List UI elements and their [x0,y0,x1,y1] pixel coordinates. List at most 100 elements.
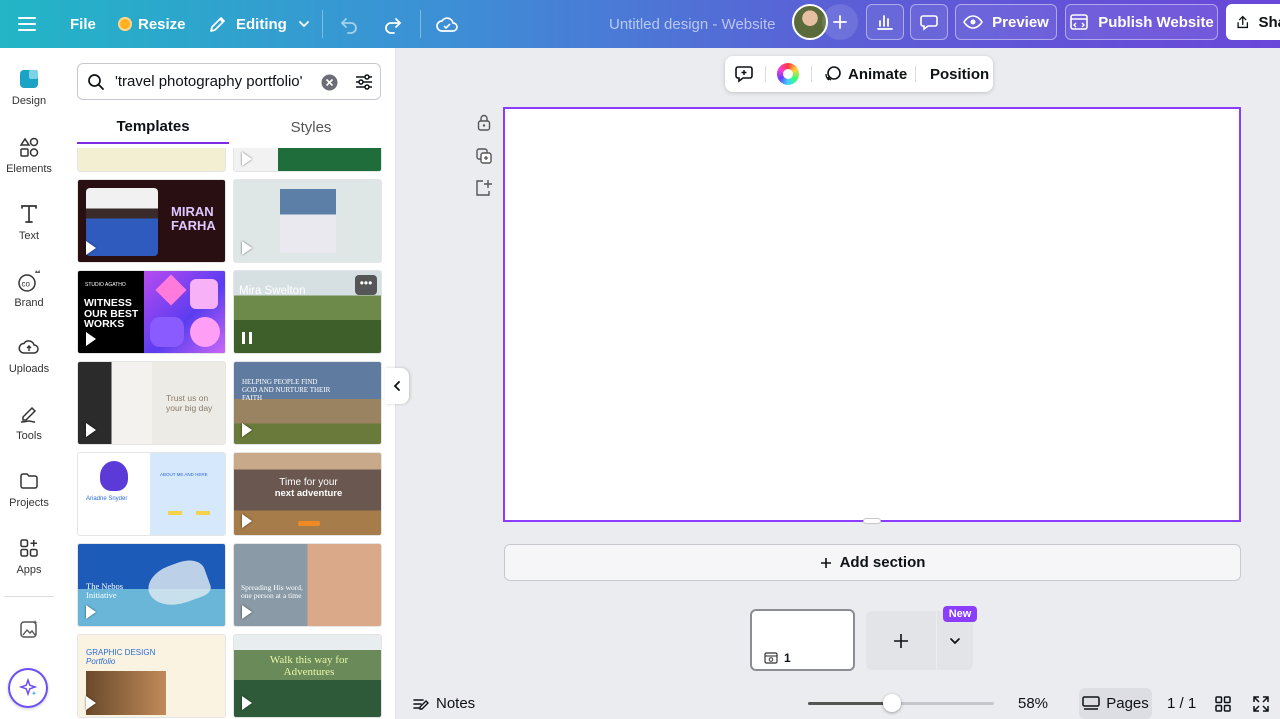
template-title: Spreading His word, one person at a time [241,584,313,601]
pages-icon [1082,696,1100,712]
template-thumbnail[interactable]: Ariadne Snyder ABOUT ME AND HERE [77,452,226,536]
template-thumbnail[interactable] [77,148,226,172]
comment-icon [919,12,939,32]
zoom-slider-fill [808,702,892,705]
template-thumbnail[interactable]: GRAPHIC DESIGN Portfolio [77,634,226,718]
zoom-slider[interactable] [808,702,994,705]
website-page-icon [764,652,778,664]
insights-button[interactable] [866,4,904,40]
tab-templates[interactable]: Templates [77,110,229,144]
page-count: 1 / 1 [1167,688,1196,719]
lock-icon[interactable] [473,111,495,133]
pause-icon[interactable] [242,332,252,344]
undo-icon[interactable] [338,0,360,48]
magic-assistant-button[interactable] [8,668,48,708]
page-thumbnail[interactable]: 1 [750,609,855,671]
template-thumbnail[interactable] [233,148,382,172]
rail-item-text[interactable]: Text [0,203,58,242]
design-title[interactable]: Untitled design - Website [609,0,775,48]
rail-label: Tools [16,430,42,442]
publish-website-button[interactable]: Publish Website [1065,4,1218,40]
template-grid: MIRAN FARHA STUDIO AGATHO WITNESS OUR BE… [77,148,382,719]
position-button[interactable]: Position [930,56,989,92]
clear-icon[interactable] [321,74,338,91]
divider [420,10,421,38]
svg-text:co: co [22,280,31,289]
duplicate-icon[interactable] [473,145,495,167]
add-page-button[interactable] [866,611,936,670]
search-icon [87,73,105,91]
rail-item-magic-media[interactable] [0,618,58,645]
cloud-upload-icon [18,336,40,358]
template-thumbnail[interactable]: Walk this way for Adventures [233,634,382,718]
resize-button[interactable]: Resize [118,0,186,48]
plus-icon [831,13,849,31]
grid-view-icon[interactable] [1214,688,1232,719]
rail-item-elements[interactable]: Elements [0,136,58,175]
animate-button[interactable]: Animate [823,56,907,92]
editing-mode-button[interactable]: Editing [208,0,311,48]
collapse-panel-button[interactable] [385,368,409,404]
template-heading: ABOUT ME AND HERE [160,473,208,478]
play-icon [86,241,96,255]
cloud-save-icon[interactable] [435,0,459,48]
new-badge: New [943,606,977,622]
animate-icon [823,64,843,84]
template-thumbnail[interactable]: HELPING PEOPLE FIND GOD AND NURTURE THEI… [233,361,382,445]
add-section-button[interactable]: Add section [504,544,1241,581]
preview-button[interactable]: Preview [955,4,1057,40]
template-studio: STUDIO AGATHO [85,283,126,288]
add-comment-icon[interactable] [733,56,755,92]
file-menu-button[interactable]: File [70,0,96,48]
sparkle-icon [17,677,39,699]
notes-button[interactable]: Notes [412,688,475,719]
search-box[interactable]: 'travel photography portfolio' [77,63,381,100]
play-icon [86,332,96,346]
rail-item-apps[interactable]: Apps [0,537,58,576]
color-picker-icon[interactable] [777,56,799,92]
template-thumbnail[interactable]: MIRAN FARHA [77,179,226,263]
divider [811,66,812,82]
website-page-canvas[interactable] [503,107,1241,522]
share-icon [1235,12,1250,32]
play-icon [242,696,252,710]
template-thumbnail[interactable] [233,179,382,263]
fullscreen-icon[interactable] [1252,688,1270,719]
template-thumbnail[interactable]: Trust us on your big day [77,361,226,445]
rail-item-brand[interactable]: co Brand [0,268,58,309]
comment-button[interactable] [910,4,948,40]
pages-button[interactable]: Pages [1079,688,1152,719]
rail-label: Apps [16,564,41,576]
template-thumbnail[interactable]: Spreading His word, one person at a time [233,543,382,627]
publish-label: Publish Website [1098,14,1214,31]
divider [765,66,766,82]
zoom-slider-handle[interactable] [883,694,901,712]
context-toolbar: Animate Position [725,56,993,92]
invite-button[interactable] [822,4,858,40]
redo-icon[interactable] [382,0,404,48]
add-page-icon[interactable] [473,177,495,199]
rail-item-uploads[interactable]: Uploads [0,336,58,375]
template-thumbnail[interactable]: Mira Swelton ••• [233,270,382,354]
resize-handle[interactable] [863,518,881,524]
menu-icon[interactable] [16,0,38,48]
rail-item-tools[interactable]: Tools [0,403,58,442]
more-options-icon[interactable]: ••• [355,275,377,295]
rail-item-projects[interactable]: Projects [0,470,58,509]
bottom-bar: Notes 58% Pages 1 / 1 [396,688,1280,719]
rail-item-design[interactable]: Design [0,68,58,107]
share-button[interactable]: Sha [1226,4,1280,40]
resize-label: Resize [138,16,186,33]
template-subtitle: Portfolio [86,658,115,666]
search-input[interactable]: 'travel photography portfolio' [115,73,303,90]
zoom-level[interactable]: 58% [1018,688,1048,719]
template-thumbnail[interactable]: STUDIO AGATHO WITNESS OUR BEST WORKS [77,270,226,354]
preview-label: Preview [992,14,1049,31]
website-icon [1069,13,1089,31]
tab-styles[interactable]: Styles [235,110,387,144]
template-thumbnail[interactable]: Time for your next adventure [233,452,382,536]
filter-icon[interactable] [354,73,374,91]
animate-label: Animate [848,66,907,83]
template-thumbnail[interactable]: The Nebos Initiative [77,543,226,627]
template-title: MIRAN FARHA [171,205,226,234]
